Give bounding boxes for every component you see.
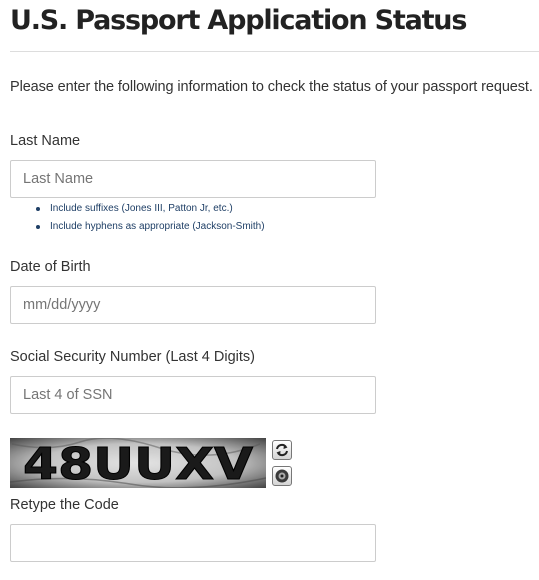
last-name-label: Last Name [10,133,81,149]
dob-input[interactable] [10,286,376,324]
refresh-icon [276,443,288,457]
retype-code-input[interactable] [10,524,376,562]
intro-text: Please enter the following information t… [10,79,533,95]
ssn-label: Social Security Number (Last 4 Digits) [10,349,255,365]
audio-icon [275,469,289,483]
captcha-refresh-button[interactable] [272,440,292,460]
hint-hyphens: Include hyphens as appropriate (Jackson-… [32,218,265,236]
page-title: U.S. Passport Application Status [10,5,467,36]
title-divider [10,51,539,52]
dob-label: Date of Birth [10,259,91,275]
last-name-input[interactable] [10,160,376,198]
captcha-image: 48UUXV [10,438,266,488]
captcha-code: 48UUXV [23,439,253,488]
hint-suffixes: Include suffixes (Jones III, Patton Jr, … [32,200,265,218]
captcha-audio-button[interactable] [272,466,292,486]
last-name-hints: Include suffixes (Jones III, Patton Jr, … [32,200,265,236]
ssn-input[interactable] [10,376,376,414]
retype-code-label: Retype the Code [10,497,119,513]
